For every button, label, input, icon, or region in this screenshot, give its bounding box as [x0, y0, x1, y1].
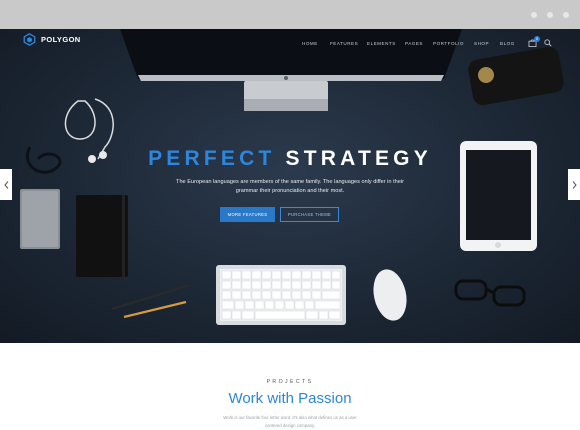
nav-item-home[interactable]: HOME [302, 41, 330, 46]
nav-item-features[interactable]: FEATURES [330, 41, 367, 46]
hero-section: POLYGON HOME FEATURES ELEMENTS PAGES POR… [0, 29, 580, 343]
more-features-button[interactable]: MORE FEATURES [220, 207, 275, 222]
nav-item-shop[interactable]: SHOP [474, 41, 500, 46]
chevron-right-icon [572, 180, 577, 189]
browser-top-bar [0, 0, 580, 29]
main-navigation: POLYGON HOME FEATURES ELEMENTS PAGES POR… [0, 29, 580, 59]
nav-item-blog[interactable]: BLOG [500, 41, 520, 46]
browser-dot [547, 12, 553, 18]
slider-prev-button[interactable] [0, 169, 12, 200]
browser-dot [531, 12, 537, 18]
hero-title-rest: STRATEGY [285, 147, 432, 170]
cart-count-badge: 0 [534, 36, 540, 42]
eyeglasses [454, 279, 526, 307]
search-icon[interactable] [544, 39, 552, 47]
brand-logo[interactable]: POLYGON [23, 33, 81, 46]
chevron-left-icon [3, 180, 8, 189]
earphones [64, 100, 96, 140]
pencil [111, 283, 191, 311]
hero-subtitle: The European languages are members of th… [176, 179, 404, 194]
section-eyebrow: PROJECTS [266, 379, 314, 385]
section-title: Work with Passion [228, 390, 352, 407]
polygon-logo-icon [23, 33, 36, 46]
hero-title-highlight: PERFECT [148, 147, 276, 170]
pencil [123, 300, 187, 319]
browser-dot [563, 12, 569, 18]
hero-title: PERFECT STRATEGY [0, 147, 580, 171]
purchase-theme-button[interactable]: PURCHASE THEME [280, 207, 339, 222]
nav-item-pages[interactable]: PAGES [405, 41, 433, 46]
slider-next-button[interactable] [568, 169, 580, 200]
section-description: Work is our favorite four letter word. I… [223, 415, 357, 428]
nav-item-elements[interactable]: ELEMENTS [367, 41, 405, 46]
brand-name: POLYGON [41, 35, 81, 44]
notebook [76, 195, 128, 277]
nav-item-portfolio[interactable]: PORTFOLIO [433, 41, 474, 46]
nav-menu: HOME FEATURES ELEMENTS PAGES PORTFOLIO S… [302, 41, 520, 46]
mouse [373, 269, 407, 321]
